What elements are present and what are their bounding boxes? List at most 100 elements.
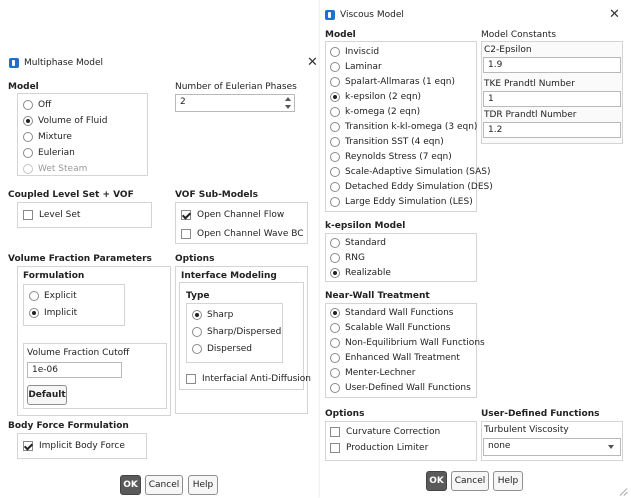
- phases-stepper[interactable]: 2: [175, 94, 295, 112]
- radio-icon: [330, 47, 340, 57]
- radio-wet-steam: Wet Steam: [23, 162, 87, 176]
- radio-eulerian[interactable]: Eulerian: [23, 146, 75, 160]
- options-group: Interface Modeling Type Sharp Sharp/Disp…: [175, 266, 311, 414]
- radio-icon: [330, 167, 340, 177]
- model-heading: Model: [325, 30, 356, 40]
- radio-transition-sst[interactable]: Transition SST (4 eqn): [330, 135, 444, 149]
- cutoff-group: Volume Fraction Cutoff 1e-06 Default: [23, 343, 167, 409]
- radio-standard[interactable]: Standard: [330, 236, 386, 250]
- radio-transition-k-kl-omega[interactable]: Transition k-kl-omega (3 eqn): [330, 120, 477, 134]
- radio-icon: [330, 197, 340, 207]
- radio-label: RNG: [345, 253, 365, 263]
- radio-icon: [23, 164, 33, 174]
- radio-standard-wall-functions[interactable]: Standard Wall Functions: [330, 306, 453, 320]
- radio-mixture[interactable]: Mixture: [23, 130, 72, 144]
- radio-inviscid[interactable]: Inviscid: [330, 45, 379, 59]
- anti-diffusion-checkbox[interactable]: Interfacial Anti-Diffusion: [186, 372, 311, 386]
- radio-label: Reynolds Stress (7 eqn): [345, 152, 452, 162]
- turbulent-viscosity-select[interactable]: none: [483, 438, 621, 456]
- radio-icon: [330, 308, 340, 318]
- radio-user-defined-wall-functions[interactable]: User-Defined Wall Functions: [330, 381, 471, 395]
- radio-icon: [330, 338, 340, 348]
- radio-icon: [330, 353, 340, 363]
- radio-label: Standard Wall Functions: [345, 308, 454, 318]
- radio-k-epsilon[interactable]: k-epsilon (2 eqn): [330, 90, 421, 104]
- tdr-prandtl-input[interactable]: 1.2: [483, 122, 621, 138]
- radio-explicit[interactable]: Explicit: [29, 289, 77, 303]
- close-icon[interactable]: ✕: [307, 56, 318, 69]
- type-heading: Type: [186, 291, 210, 301]
- cancel-button[interactable]: Cancel: [145, 475, 183, 495]
- radio-label: Volume of Fluid: [38, 116, 108, 126]
- phases-value: 2: [180, 97, 186, 107]
- radio-rng[interactable]: RNG: [330, 251, 365, 265]
- tke-prandtl-input[interactable]: 1: [483, 91, 621, 107]
- radio-des[interactable]: Detached Eddy Simulation (DES): [330, 180, 493, 194]
- radio-icon: [29, 291, 39, 301]
- radio-off[interactable]: Off: [23, 98, 51, 112]
- radio-icon: [192, 344, 202, 354]
- model-constants-panel: C2-Epsilon 1.9 TKE Prandtl Number 1 TDR …: [481, 41, 623, 144]
- help-button[interactable]: Help: [493, 471, 523, 491]
- open-channel-flow-checkbox[interactable]: Open Channel Flow: [181, 208, 284, 222]
- options-group: Curvature Correction Production Limiter: [325, 421, 477, 461]
- radio-sharp-dispersed[interactable]: Sharp/Dispersed: [192, 325, 281, 339]
- cancel-button[interactable]: Cancel: [451, 471, 489, 491]
- production-limiter-checkbox[interactable]: Production Limiter: [330, 441, 428, 455]
- viscous-model-dialog: Viscous Model ✕ Model Inviscid Laminar S…: [320, 0, 631, 498]
- turbulent-viscosity-label: Turbulent Viscosity: [484, 425, 569, 435]
- radio-icon: [330, 152, 340, 162]
- radio-sas[interactable]: Scale-Adaptive Simulation (SAS): [330, 165, 491, 179]
- radio-label: Sharp: [207, 310, 234, 320]
- default-button[interactable]: Default: [27, 385, 67, 405]
- radio-realizable[interactable]: Realizable: [330, 266, 391, 280]
- radio-icon: [23, 148, 33, 158]
- radio-icon: [330, 77, 340, 87]
- curvature-correction-checkbox[interactable]: Curvature Correction: [330, 425, 440, 439]
- radio-enhanced-wall-treatment[interactable]: Enhanced Wall Treatment: [330, 351, 460, 365]
- help-button[interactable]: Help: [188, 475, 218, 495]
- radio-icon: [192, 310, 202, 320]
- c2-epsilon-input[interactable]: 1.9: [483, 57, 621, 73]
- radio-label: Spalart-Allmaras (1 eqn): [345, 77, 456, 87]
- checkbox-icon: [23, 210, 33, 220]
- radio-icon: [29, 308, 39, 318]
- radio-implicit[interactable]: Implicit: [29, 306, 77, 320]
- radio-volume-of-fluid[interactable]: Volume of Fluid: [23, 114, 107, 128]
- radio-dispersed[interactable]: Dispersed: [192, 342, 252, 356]
- radio-scalable-wall-functions[interactable]: Scalable Wall Functions: [330, 321, 450, 335]
- chevron-down-icon: [608, 445, 614, 449]
- radio-non-equilibrium-wall-functions[interactable]: Non-Equilibrium Wall Functions: [330, 336, 485, 350]
- radio-laminar[interactable]: Laminar: [330, 60, 382, 74]
- close-icon[interactable]: ✕: [609, 8, 620, 21]
- radio-icon: [330, 268, 340, 278]
- radio-icon: [330, 137, 340, 147]
- ok-button[interactable]: OK: [120, 475, 141, 495]
- resize-grip-icon[interactable]: [619, 487, 628, 496]
- dialog-title: Multiphase Model: [24, 58, 104, 68]
- checkbox-icon: [186, 374, 196, 384]
- spinner-icon[interactable]: [284, 97, 292, 109]
- model-group: Off Volume of Fluid Mixture Eulerian Wet…: [17, 93, 148, 176]
- radio-label: Realizable: [345, 268, 391, 278]
- model-heading: Model: [8, 82, 39, 92]
- implicit-body-force-checkbox[interactable]: Implicit Body Force: [23, 439, 125, 453]
- level-set-checkbox[interactable]: Level Set: [23, 208, 80, 222]
- radio-menter-lechner[interactable]: Menter-Lechner: [330, 366, 415, 380]
- ok-button[interactable]: OK: [426, 471, 447, 491]
- vf-params-group: Formulation Explicit Implicit Volume Fra…: [17, 266, 171, 416]
- radio-les[interactable]: Large Eddy Simulation (LES): [330, 195, 473, 209]
- cutoff-input[interactable]: 1e-06: [27, 362, 122, 378]
- radio-spalart-allmaras[interactable]: Spalart-Allmaras (1 eqn): [330, 75, 455, 89]
- checkbox-icon: [181, 210, 191, 220]
- radio-label: Scale-Adaptive Simulation (SAS): [345, 167, 491, 177]
- radio-sharp[interactable]: Sharp: [192, 308, 233, 322]
- dialog-title: Viscous Model: [340, 10, 404, 20]
- app-icon: [9, 58, 19, 68]
- near-wall-heading: Near-Wall Treatment: [325, 291, 430, 301]
- radio-k-omega[interactable]: k-omega (2 eqn): [330, 105, 420, 119]
- udf-heading: User-Defined Functions: [481, 409, 600, 419]
- open-channel-wave-checkbox[interactable]: Open Channel Wave BC: [181, 227, 304, 241]
- radio-icon: [330, 182, 340, 192]
- radio-reynolds-stress[interactable]: Reynolds Stress (7 eqn): [330, 150, 452, 164]
